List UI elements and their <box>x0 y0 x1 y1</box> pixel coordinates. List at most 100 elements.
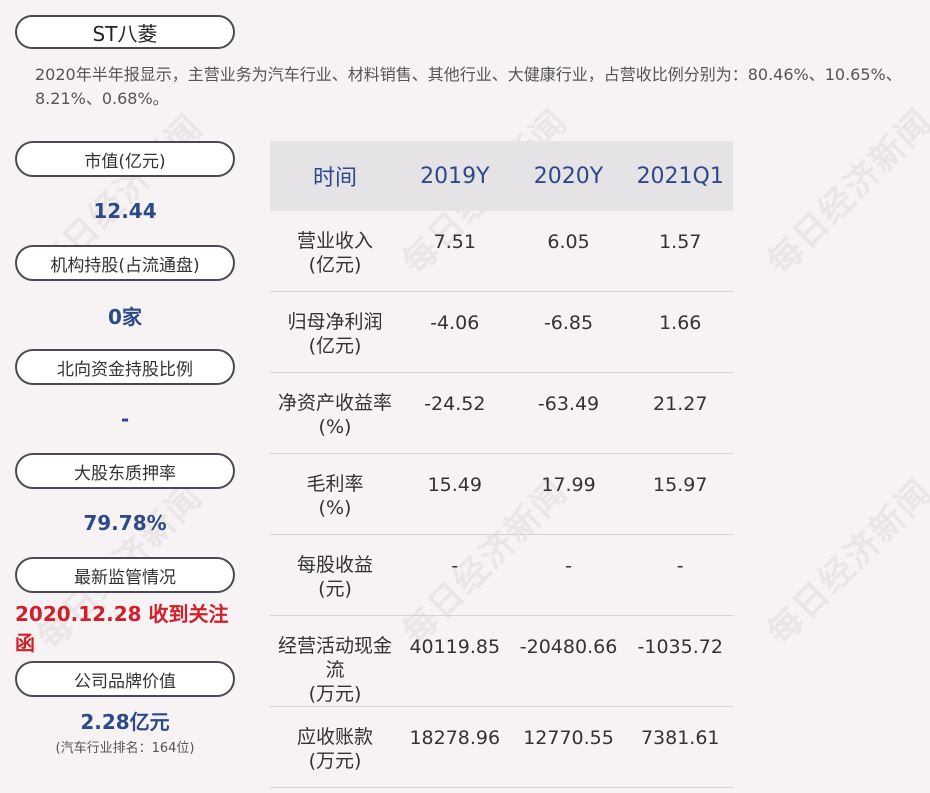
row-label-text: 应收账款 (万元) <box>270 707 400 773</box>
cell-value: - <box>676 555 684 577</box>
row-label-text: 经营活动现金流 (万元) <box>270 616 400 706</box>
row-label-text: 营业收入 (亿元) <box>270 211 400 277</box>
cell-value: 7.51 <box>433 231 476 253</box>
row-label-text: 每股收益 (元) <box>270 535 400 601</box>
metric-label-institutional: 机构持股(占流通盘) <box>15 245 235 281</box>
cell-value: -4.06 <box>430 312 480 334</box>
cell-value: 1.57 <box>659 231 702 253</box>
cell-value: 12770.55 <box>523 727 614 749</box>
table-cell: 15.49 <box>400 453 510 535</box>
metric-label-market-cap: 市值(亿元) <box>15 141 235 177</box>
row-name: 应收账款 <box>296 726 373 748</box>
row-label: 净资产收益率 (%) <box>270 372 400 454</box>
table-cell: -24.52 <box>400 372 510 454</box>
cell-value: 17.99 <box>541 474 596 496</box>
cell-value: 18278.96 <box>409 727 501 749</box>
row-name: 每股收益 <box>296 554 373 576</box>
row-label-text: 归母净利润 (亿元) <box>270 292 400 358</box>
row-name: 经营活动现金流 <box>277 635 392 681</box>
cell-value: 6.05 <box>547 231 590 253</box>
metric-value-regulation: 2020.12.28 收到关注函 <box>15 602 229 655</box>
brand-rank-note: (汽车行业排名：164位) <box>55 741 195 756</box>
table-cell: -63.49 <box>509 372 628 454</box>
metric-value-market-cap: 12.44 <box>93 199 157 223</box>
table-header-row: 时间 2019Y 2020Y 2021Q1 <box>270 141 733 211</box>
metric-label-northbound: 北向资金持股比例 <box>15 349 235 385</box>
table-cell: 40119.85 <box>400 615 510 707</box>
row-unit: (亿元) <box>308 335 362 357</box>
row-name: 净资产收益率 <box>277 392 392 414</box>
table-header: 2021Q1 <box>627 141 733 211</box>
row-unit: (%) <box>318 416 352 438</box>
metric-value-pledge-rate: 79.78% <box>83 511 167 535</box>
table-cell: 15.97 <box>627 453 733 535</box>
row-unit: (%) <box>318 497 352 519</box>
table-cell: 21.27 <box>627 372 733 454</box>
table-cell: 6.05 <box>509 211 628 292</box>
row-label: 应收账款 (万元) <box>270 706 400 788</box>
watermark: 每日经济新闻 <box>759 471 930 653</box>
table-cell: 1.57 <box>627 211 733 292</box>
watermark: 每日经济新闻 <box>759 101 930 283</box>
cell-value: 15.97 <box>653 474 708 496</box>
cell-value: 40119.85 <box>409 636 501 658</box>
cell-value: -63.49 <box>537 393 600 415</box>
cell-value: 15.49 <box>427 474 482 496</box>
cell-value: - <box>565 555 572 577</box>
cell-value: -20480.66 <box>519 636 618 658</box>
row-name: 归母净利润 <box>287 311 383 333</box>
table-cell: 12770.55 <box>509 706 628 788</box>
cell-value: - <box>451 555 459 577</box>
table-cell: 17.99 <box>509 453 628 535</box>
row-label: 每股收益 (元) <box>270 534 400 616</box>
table-row: 毛利率 (%) 15.49 17.99 15.97 <box>270 453 733 535</box>
cell-value: 7381.61 <box>640 727 720 749</box>
table-cell: 7.51 <box>400 211 510 292</box>
table-row: 净资产收益率 (%) -24.52 -63.49 21.27 <box>270 372 733 454</box>
table-cell: 1.66 <box>627 291 733 373</box>
row-name: 毛利率 <box>306 473 364 495</box>
row-label-text: 净资产收益率 (%) <box>270 373 400 439</box>
table-row: 应收账款 (万元) 18278.96 12770.55 7381.61 <box>270 706 733 788</box>
row-unit: (万元) <box>308 750 362 772</box>
company-title: ST八菱 <box>15 15 235 49</box>
metric-value-institutional: 0家 <box>108 304 142 329</box>
table-header: 时间 <box>270 141 400 211</box>
table-cell: -1035.72 <box>627 615 733 707</box>
table-row: 每股收益 (元) - - - <box>270 534 733 616</box>
row-label: 经营活动现金流 (万元) <box>270 615 400 707</box>
table-header: 2020Y <box>509 141 628 211</box>
table-cell: - <box>509 534 628 616</box>
row-label: 毛利率 (%) <box>270 453 400 535</box>
table-row: 经营活动现金流 (万元) 40119.85 -20480.66 -1035.72 <box>270 615 733 707</box>
row-unit: (元) <box>318 578 352 600</box>
metric-value-brand-value: 2.28亿元 (汽车行业排名：164位) <box>15 697 235 765</box>
financial-table: 时间 2019Y 2020Y 2021Q1 营业收入 (亿元) 7.51 6.05 1.… <box>270 141 733 788</box>
table-cell: -4.06 <box>400 291 510 373</box>
cell-value: -24.52 <box>424 393 486 415</box>
table-cell: - <box>400 534 510 616</box>
table-cell: - <box>627 534 733 616</box>
metric-label-pledge-rate: 大股东质押率 <box>15 453 235 489</box>
table-cell: -6.85 <box>509 291 628 373</box>
cell-value: 1.66 <box>659 312 702 334</box>
table-row: 营业收入 (亿元) 7.51 6.05 1.57 <box>270 211 733 292</box>
business-summary: 2020年半年报显示，主营业务为汽车行业、材料销售、其他行业、大健康行业，占营收… <box>35 65 902 108</box>
cell-value: -6.85 <box>543 312 594 334</box>
table-cell: 18278.96 <box>400 706 510 788</box>
row-name: 营业收入 <box>296 230 373 252</box>
cell-value: 21.27 <box>653 393 708 415</box>
metrics-column: 市值(亿元) 12.44 机构持股(占流通盘) 0家 北向资金持股比例 - 大股… <box>15 141 235 765</box>
row-label-text: 毛利率 (%) <box>270 454 400 520</box>
metric-label-brand-value: 公司品牌价值 <box>15 661 235 697</box>
metric-value-northbound: - <box>120 407 130 431</box>
row-label: 归母净利润 (亿元) <box>270 291 400 373</box>
brand-value: 2.28亿元 <box>80 710 170 734</box>
table-cell: 7381.61 <box>627 706 733 788</box>
row-label: 营业收入 (亿元) <box>270 211 400 292</box>
table-header: 2019Y <box>400 141 510 211</box>
cell-value: -1035.72 <box>637 636 723 658</box>
row-unit: (亿元) <box>308 254 362 276</box>
metric-label-regulation: 最新监管情况 <box>15 557 235 593</box>
table-row: 归母净利润 (亿元) -4.06 -6.85 1.66 <box>270 291 733 373</box>
